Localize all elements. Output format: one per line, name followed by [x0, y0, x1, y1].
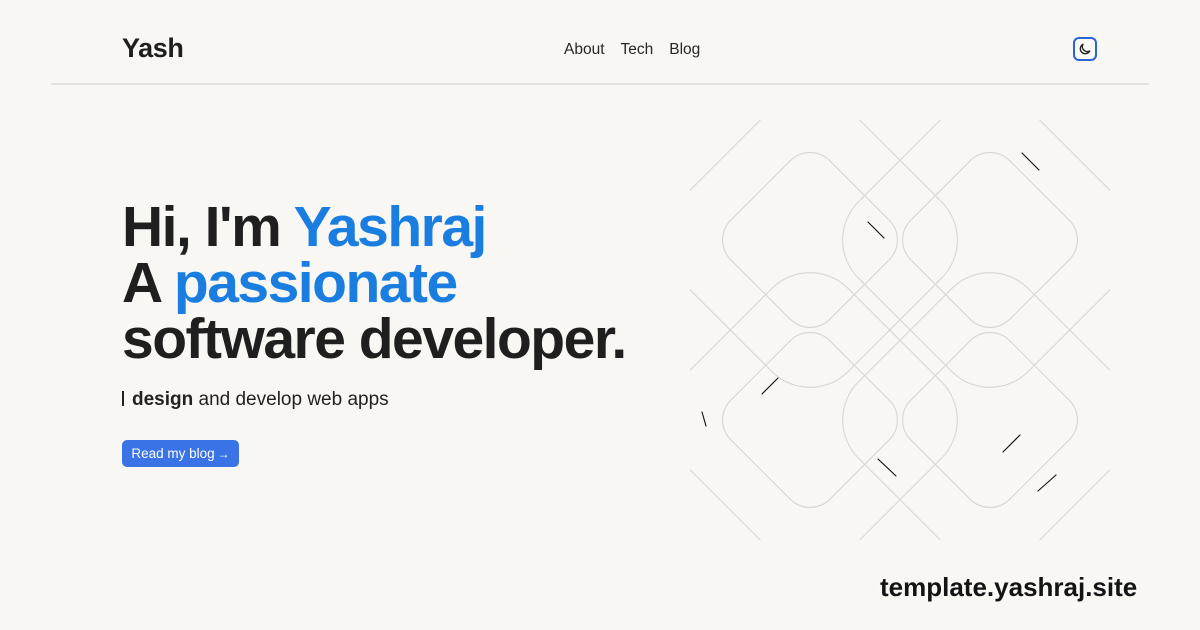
- theme-toggle-button[interactable]: [1073, 37, 1097, 61]
- knot-accent-mark-3: [761, 377, 779, 395]
- arrow-right-icon: →: [217, 446, 230, 461]
- knot-accent-mark-4: [701, 411, 707, 427]
- knot-inner-top-left: [722, 152, 898, 328]
- hero-line-2-prefix: A: [122, 251, 174, 315]
- nav-link-about[interactable]: About: [564, 41, 605, 59]
- knot-accent-mark-1: [1021, 152, 1040, 171]
- knot-accent-mark-7: [1037, 474, 1057, 492]
- site-url: template.yashraj.site: [880, 572, 1138, 602]
- site-header: Yash About Tech Blog: [51, 0, 1149, 85]
- read-blog-button-label: Read my blog: [131, 446, 215, 461]
- knot-inner-bottom-left: [722, 332, 898, 508]
- moon-icon: [1079, 43, 1091, 55]
- hero-name: Yashraj: [293, 195, 488, 259]
- tagline: design and develop web apps: [122, 389, 389, 411]
- hero-line-2: A passionate: [122, 255, 626, 312]
- knot-outer-bottom-left: [690, 272, 958, 540]
- decorative-knot-art: [690, 120, 1110, 540]
- knot-inner-top-right: [902, 152, 1078, 328]
- hero-accent-word: passionate: [173, 251, 458, 315]
- knot-accent-mark-5: [877, 458, 897, 477]
- site-logo[interactable]: Yash: [122, 33, 184, 64]
- knot-outer-top-right: [842, 120, 1110, 388]
- hero-section: Hi, I'm Yashraj A passionate software de…: [122, 199, 627, 371]
- hero-line-1: Hi, I'm Yashraj: [122, 199, 626, 256]
- read-blog-button[interactable]: Read my blog →: [122, 440, 239, 467]
- nav-link-tech[interactable]: Tech: [621, 41, 654, 59]
- nav-link-blog[interactable]: Blog: [669, 41, 700, 59]
- tagline-keyword: design: [132, 389, 194, 410]
- knot-accent-mark-6: [1002, 434, 1021, 453]
- hero-greeting: Hi, I'm: [122, 195, 294, 259]
- hero-line-3: software developer.: [122, 307, 627, 371]
- knot-outer-bottom-right: [842, 272, 1110, 540]
- knot-accent-mark-2: [867, 221, 885, 239]
- tagline-rest: and develop web apps: [193, 389, 389, 410]
- knot-outer-top-left: [690, 120, 958, 388]
- knot-inner-bottom-right: [902, 332, 1078, 508]
- main-nav: About Tech Blog: [564, 41, 700, 59]
- typing-cursor: [122, 391, 124, 406]
